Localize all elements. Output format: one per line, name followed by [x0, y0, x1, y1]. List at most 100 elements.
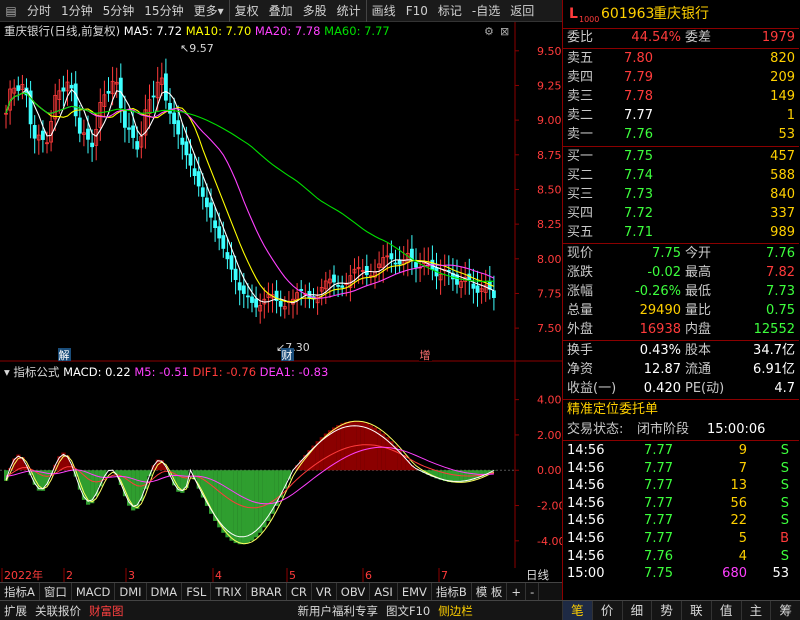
indicator-tab-13[interactable]: EMV	[398, 582, 432, 601]
trade-status-time: 15:00:06	[707, 422, 766, 437]
candle-body	[221, 235, 226, 249]
precise-order-link[interactable]: 精准定位委托单	[563, 401, 799, 419]
ask-row-4[interactable]: 卖二 7.77 1	[563, 107, 799, 125]
toolbar-menu-icon[interactable]: ▤	[0, 0, 22, 22]
candle-body	[127, 127, 131, 130]
macd-bar	[225, 470, 230, 538]
macd-bar	[323, 433, 328, 471]
bid-volume: 588	[770, 168, 795, 183]
kline-chart[interactable]: 9.50 9.25 9.00 8.75 8.50 8.25 8.00 7.75 7.50 重庆银行…	[0, 22, 562, 362]
indicator-tab-12[interactable]: ASI	[370, 582, 398, 601]
quote-nav-1[interactable]: 笔	[562, 601, 592, 620]
indicator-tab-16[interactable]: +	[507, 582, 527, 601]
bid-row-2[interactable]: 买二 7.74 588	[563, 167, 799, 185]
fund-label: 流通	[685, 362, 712, 377]
status-item-5[interactable]: 图文F10	[382, 601, 434, 620]
toolbar-6-button[interactable]: 复权	[228, 0, 264, 22]
macd-tick-label: 2.00	[537, 429, 562, 442]
quote-nav-8[interactable]: 筹	[770, 601, 800, 620]
status-item-4[interactable]: 新用户福利专享	[294, 601, 383, 620]
ma20-label: MA20: 7.78	[255, 24, 324, 38]
macd-bar	[340, 423, 345, 471]
quote-nav-7[interactable]: 主	[740, 601, 771, 620]
weibi-value: 44.54%	[631, 30, 681, 45]
stat-label: 今开	[685, 246, 712, 261]
bid-volume: 457	[770, 149, 795, 164]
candle-body	[61, 87, 66, 92]
ask-label: 卖四	[567, 70, 594, 85]
indicator-tab-17[interactable]: -	[526, 582, 540, 601]
indicator-tab-11[interactable]: OBV	[337, 582, 371, 601]
bid-row-1[interactable]: 买一 7.75 457	[563, 148, 799, 166]
status-item-1[interactable]: 扩展	[0, 601, 31, 620]
indicator-tab-9[interactable]: CR	[287, 582, 312, 601]
bid-label: 买二	[567, 168, 594, 183]
indicator-tab-15[interactable]: 模 板	[472, 582, 508, 601]
quote-nav-4[interactable]: 势	[651, 601, 681, 620]
toolbar-13-button[interactable]: -自选	[467, 0, 505, 22]
bid-row-4[interactable]: 买四 7.72 337	[563, 205, 799, 223]
toolbar-5-button[interactable]: 更多▾	[189, 0, 229, 22]
weibi-row: 委比 44.54% 委差 1979	[563, 29, 799, 47]
tick-time: 14:56	[567, 548, 605, 564]
toolbar-2-button[interactable]: 1分钟	[56, 0, 98, 22]
toolbar-9-button[interactable]: 统计	[332, 0, 366, 22]
indicator-tab-8[interactable]: BRAR	[247, 582, 287, 601]
bid-label: 买四	[567, 206, 594, 221]
precise-order-label[interactable]: 精准定位委托单	[567, 401, 658, 419]
quote-nav-3[interactable]: 细	[621, 601, 652, 620]
stat-value: 0.75	[766, 303, 795, 318]
indicator-tab-2[interactable]: 窗口	[40, 582, 72, 601]
fund-label: PE(动)	[685, 381, 725, 396]
candle-body	[168, 102, 172, 114]
indicator-tab-6[interactable]: FSL	[182, 582, 212, 601]
ask-row-1[interactable]: 卖五 7.80 820	[563, 50, 799, 68]
indicator-tab-3[interactable]: MACD	[72, 582, 116, 601]
indicator-tab-10[interactable]: VR	[312, 582, 337, 601]
status-item-2[interactable]: 关联报价	[31, 601, 85, 620]
toolbar-12-button[interactable]: 标记	[433, 0, 467, 22]
bid-volume: 840	[770, 187, 795, 202]
stat-label: 总量	[567, 303, 594, 318]
stock-code: 601963	[601, 6, 655, 22]
toolbar-11-button[interactable]: F10	[401, 0, 433, 22]
settings-icon[interactable]: ⚙	[484, 25, 494, 38]
quote-nav-5[interactable]: 联	[681, 601, 711, 620]
tick-time: 14:56	[567, 443, 605, 458]
indicator-tab-7[interactable]: TRIX	[211, 582, 247, 601]
quote-nav-2[interactable]: 价	[591, 601, 622, 620]
bid-row-5[interactable]: 买五 7.71 989	[563, 224, 799, 242]
quote-nav-6[interactable]: 值	[710, 601, 741, 620]
toolbar-10-button[interactable]: 画线	[365, 0, 401, 22]
toolbar-7-button[interactable]: 叠加	[264, 0, 298, 22]
macd-bar	[364, 423, 369, 471]
indicator-tab-14[interactable]: 指标B	[432, 582, 472, 601]
macd-chart[interactable]: 4.00 2.00 0.00 -2.00 -4.00 ▾ 指标公式 MACD: 0.22 …	[0, 362, 562, 568]
macd-bar	[250, 470, 255, 541]
ma5-label: MA5: 7.72	[124, 24, 186, 38]
bid-row-3[interactable]: 买三 7.73 840	[563, 186, 799, 204]
toolbar-1-button[interactable]: 分时	[22, 0, 56, 22]
macd-formula-label: ▾ 指标公式	[4, 365, 63, 379]
indicator-tab-5[interactable]: DMA	[147, 582, 183, 601]
candle-body	[491, 290, 496, 298]
ask-row-2[interactable]: 卖四 7.79 209	[563, 69, 799, 87]
status-item-6[interactable]: 侧边栏	[434, 601, 477, 620]
weicha-value: 1979	[761, 30, 795, 45]
indicator-tab-1[interactable]: 指标A	[0, 582, 40, 601]
toolbar-8-button[interactable]: 多股	[298, 0, 332, 22]
period-label[interactable]: 日线	[526, 568, 549, 582]
ask-row-3[interactable]: 卖三 7.78 149	[563, 88, 799, 106]
macd-tick-label: -2.00	[537, 500, 562, 513]
close-icon[interactable]: ⊠	[500, 25, 509, 38]
status-item-3[interactable]: 财富图	[85, 601, 128, 620]
indicator-tabs: 指标A 窗口 MACD DMI DMA FSL TRIX BRAR CR VR OBV ASI EMV 指…	[0, 582, 562, 601]
ask-volume: 209	[770, 70, 795, 85]
indicator-tab-4[interactable]: DMI	[115, 582, 147, 601]
toolbar-4-button[interactable]: 15分钟	[139, 0, 188, 22]
ask-row-5[interactable]: 卖一 7.76 53	[563, 126, 799, 144]
fund-label: 换手	[567, 343, 594, 358]
toolbar-3-button[interactable]: 5分钟	[98, 0, 140, 22]
toolbar-14-button[interactable]: 返回	[505, 0, 539, 22]
candle-body	[225, 252, 230, 260]
